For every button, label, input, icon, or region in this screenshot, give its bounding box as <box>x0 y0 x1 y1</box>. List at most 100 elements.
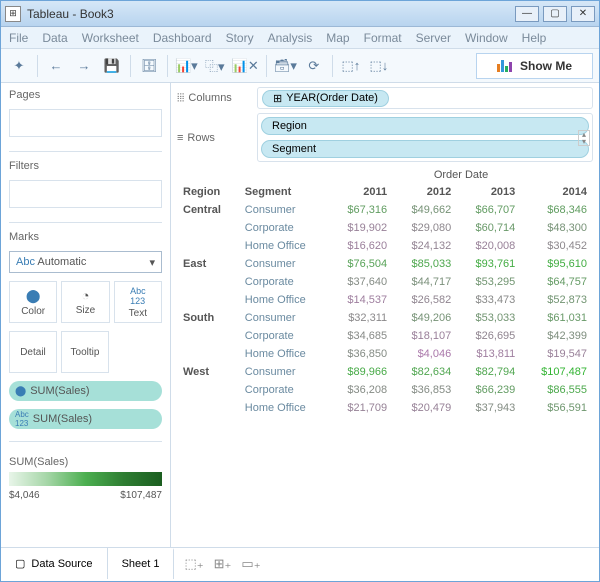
marks-text-button[interactable]: Abc123Text <box>114 281 162 323</box>
rows-shelf[interactable]: Region Segment ▴▾ <box>257 113 593 162</box>
forward-button[interactable]: → <box>72 54 96 78</box>
value-cell[interactable]: $61,031 <box>521 309 593 327</box>
new-data-source-button[interactable]: 🗄 <box>137 54 161 78</box>
value-cell[interactable]: $33,473 <box>457 291 521 309</box>
clear-button[interactable]: 📊✕ <box>231 54 260 78</box>
segment-cell[interactable]: Corporate <box>239 327 329 345</box>
region-cell[interactable]: West <box>177 363 239 381</box>
legend-gradient[interactable] <box>9 472 162 486</box>
value-cell[interactable]: $26,582 <box>393 291 457 309</box>
segment-cell[interactable]: Home Office <box>239 237 329 255</box>
duplicate-button[interactable]: ⿻▾ <box>203 54 227 78</box>
region-cell[interactable] <box>177 237 239 255</box>
marks-type-dropdown[interactable]: Abc Automatic ▾ <box>9 251 162 273</box>
value-cell[interactable]: $20,479 <box>393 399 457 417</box>
value-cell[interactable]: $68,346 <box>521 201 593 219</box>
rows-pill-region[interactable]: Region <box>261 117 589 135</box>
sort-asc-button[interactable]: ⬚↑ <box>339 54 363 78</box>
value-cell[interactable]: $13,811 <box>457 345 521 363</box>
region-cell[interactable] <box>177 381 239 399</box>
value-cell[interactable]: $29,080 <box>393 219 457 237</box>
show-me-button[interactable]: Show Me <box>476 53 593 79</box>
menu-story[interactable]: Story <box>226 31 254 45</box>
segment-cell[interactable]: Corporate <box>239 381 329 399</box>
value-cell[interactable]: $82,794 <box>457 363 521 381</box>
filters-shelf[interactable] <box>9 180 162 208</box>
value-cell[interactable]: $30,452 <box>521 237 593 255</box>
menu-help[interactable]: Help <box>522 31 547 45</box>
value-cell[interactable]: $93,761 <box>457 255 521 273</box>
value-cell[interactable]: $56,591 <box>521 399 593 417</box>
new-story-icon[interactable]: ▭₊ <box>241 556 260 572</box>
menu-data[interactable]: Data <box>42 31 67 45</box>
menu-format[interactable]: Format <box>364 31 402 45</box>
col-header[interactable]: 2011 <box>329 183 393 201</box>
value-cell[interactable]: $37,943 <box>457 399 521 417</box>
value-cell[interactable]: $14,537 <box>329 291 393 309</box>
col-header[interactable]: 2013 <box>457 183 521 201</box>
marks-pill-color-sum-sales[interactable]: ⬤SUM(Sales) <box>9 381 162 401</box>
value-cell[interactable]: $32,311 <box>329 309 393 327</box>
value-cell[interactable]: $52,873 <box>521 291 593 309</box>
columns-pill-year-orderdate[interactable]: ⊞YEAR(Order Date) <box>262 90 389 107</box>
col-header[interactable]: Region <box>177 183 239 201</box>
value-cell[interactable]: $89,966 <box>329 363 393 381</box>
segment-cell[interactable]: Home Office <box>239 345 329 363</box>
value-cell[interactable]: $48,300 <box>521 219 593 237</box>
swap-button[interactable]: 🗃▾ <box>273 54 298 78</box>
segment-cell[interactable]: Consumer <box>239 255 329 273</box>
maximize-button[interactable]: ▢ <box>543 6 567 22</box>
value-cell[interactable]: $4,046 <box>393 345 457 363</box>
segment-cell[interactable]: Consumer <box>239 363 329 381</box>
close-button[interactable]: ✕ <box>571 6 595 22</box>
value-cell[interactable]: $16,620 <box>329 237 393 255</box>
value-cell[interactable]: $19,902 <box>329 219 393 237</box>
value-cell[interactable]: $86,555 <box>521 381 593 399</box>
value-cell[interactable]: $44,717 <box>393 273 457 291</box>
value-cell[interactable]: $19,547 <box>521 345 593 363</box>
rows-scroll[interactable]: ▴▾ <box>578 130 590 146</box>
region-cell[interactable]: Central <box>177 201 239 219</box>
segment-cell[interactable]: Consumer <box>239 201 329 219</box>
value-cell[interactable]: $66,239 <box>457 381 521 399</box>
region-cell[interactable] <box>177 399 239 417</box>
marks-tooltip-button[interactable]: Tooltip <box>61 331 109 373</box>
columns-shelf[interactable]: ⊞YEAR(Order Date) <box>257 87 593 109</box>
segment-cell[interactable]: Corporate <box>239 219 329 237</box>
value-cell[interactable]: $53,295 <box>457 273 521 291</box>
menu-worksheet[interactable]: Worksheet <box>82 31 139 45</box>
value-cell[interactable]: $49,662 <box>393 201 457 219</box>
value-cell[interactable]: $53,033 <box>457 309 521 327</box>
minimize-button[interactable]: — <box>515 6 539 22</box>
col-header[interactable]: 2012 <box>393 183 457 201</box>
marks-size-button[interactable]: ◔Size <box>61 281 109 323</box>
col-header[interactable]: 2014 <box>521 183 593 201</box>
refresh-button[interactable]: ⟳ <box>302 54 326 78</box>
save-button[interactable]: 💾 <box>100 54 124 78</box>
value-cell[interactable]: $95,610 <box>521 255 593 273</box>
value-cell[interactable]: $49,206 <box>393 309 457 327</box>
segment-cell[interactable]: Home Office <box>239 399 329 417</box>
marks-detail-button[interactable]: Detail <box>9 331 57 373</box>
value-cell[interactable]: $24,132 <box>393 237 457 255</box>
new-dashboard-icon[interactable]: ⊞₊ <box>214 556 232 572</box>
pages-shelf[interactable] <box>9 109 162 137</box>
sheet-tab[interactable]: Sheet 1 <box>108 548 175 579</box>
value-cell[interactable]: $82,634 <box>393 363 457 381</box>
value-cell[interactable]: $76,504 <box>329 255 393 273</box>
data-source-tab[interactable]: ▢Data Source <box>1 548 108 579</box>
menu-file[interactable]: File <box>9 31 28 45</box>
new-worksheet-icon[interactable]: ⬚₊ <box>184 556 203 572</box>
menu-server[interactable]: Server <box>416 31 451 45</box>
region-cell[interactable] <box>177 291 239 309</box>
value-cell[interactable]: $66,707 <box>457 201 521 219</box>
value-cell[interactable]: $26,695 <box>457 327 521 345</box>
segment-cell[interactable]: Consumer <box>239 309 329 327</box>
region-cell[interactable]: East <box>177 255 239 273</box>
value-cell[interactable]: $42,399 <box>521 327 593 345</box>
value-cell[interactable]: $36,850 <box>329 345 393 363</box>
value-cell[interactable]: $85,033 <box>393 255 457 273</box>
back-button[interactable]: ← <box>44 54 68 78</box>
region-cell[interactable] <box>177 219 239 237</box>
value-cell[interactable]: $34,685 <box>329 327 393 345</box>
